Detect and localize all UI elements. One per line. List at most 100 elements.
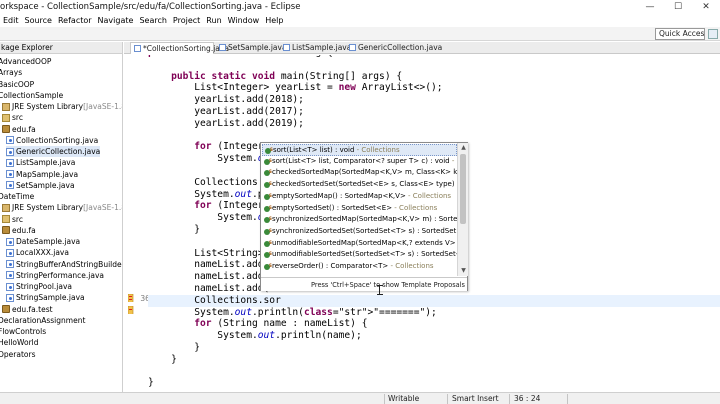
- menu-window[interactable]: Window: [225, 14, 263, 27]
- tree-item[interactable]: StringPool.java: [6, 281, 72, 292]
- status-cursor-position: 36 : 24: [514, 394, 541, 403]
- scroll-down-icon[interactable]: ▼: [459, 266, 468, 275]
- code-line: nameList.add(: [148, 259, 270, 271]
- proposal-signature: emptySortedMap() : SortedMap<K,V>: [272, 191, 406, 200]
- tree-item-label: MapSample.java: [16, 169, 79, 179]
- content-assist-popup: sort(List<T> list) : void - Collectionss…: [260, 142, 468, 291]
- tab-set-sample[interactable]: SetSample.java: [216, 42, 287, 54]
- code-line: System.out: [148, 212, 275, 224]
- tree-item[interactable]: CollectionSorting.java: [6, 135, 98, 146]
- tree-item[interactable]: CollectionSample: [0, 90, 63, 101]
- java-file-icon: [6, 260, 14, 268]
- proposal-item[interactable]: reverseOrder() : Comparator<T> - Collect…: [262, 261, 457, 273]
- menu-source[interactable]: Source: [22, 14, 55, 27]
- tree-item[interactable]: JRE System Library [JavaSE-1.8]: [2, 202, 122, 213]
- tree-item-label: edu.fa: [12, 225, 36, 235]
- tree-item[interactable]: JRE System Library [JavaSE-1.8]: [2, 101, 122, 112]
- proposal-item[interactable]: checkedSortedSet(SortedSet<E> s, Class<E…: [262, 179, 457, 191]
- menu-navigate[interactable]: Navigate: [95, 14, 137, 27]
- status-separator: [509, 394, 510, 404]
- tree-item[interactable]: MapSample.java: [6, 169, 78, 180]
- menu-help[interactable]: Help: [262, 14, 286, 27]
- tree-item[interactable]: StringPerformance.java: [6, 270, 104, 281]
- tree-item-label: StringSample.java: [16, 293, 85, 303]
- proposal-signature: synchronizedSortedMap(SortedMap<K,V> m) …: [272, 215, 457, 224]
- warning-marker-icon[interactable]: [128, 306, 134, 314]
- proposal-owner: - Collections: [354, 146, 400, 154]
- tree-item[interactable]: FlowControls: [0, 326, 46, 337]
- tree-item[interactable]: HelloWorld: [0, 337, 39, 348]
- tree-item[interactable]: edu.fa: [2, 225, 36, 236]
- tree-item[interactable]: edu.fa: [2, 124, 36, 135]
- proposal-item[interactable]: sort(List<T> list) : void - Collections: [262, 144, 457, 156]
- tree-item[interactable]: StringBufferAndStringBuilder.java: [6, 259, 122, 270]
- code-line: yearList.add(2017);: [148, 106, 304, 117]
- scroll-up-icon[interactable]: ▲: [459, 143, 468, 152]
- public-static-method-icon: [264, 179, 272, 190]
- tree-item-label: GenericCollection.java: [16, 147, 101, 156]
- line-number: 36: [140, 294, 150, 303]
- proposal-signature: emptySortedSet() : SortedSet<E>: [272, 203, 393, 212]
- tree-item-label: HelloWorld: [0, 338, 39, 348]
- tree-item-label: JRE System Library: [12, 203, 84, 213]
- quick-access-field[interactable]: Quick Access: [655, 28, 705, 40]
- tree-item[interactable]: DeclarationAssignment: [0, 315, 85, 326]
- proposal-item[interactable]: checkedSortedMap(SortedMap<K,V> m, Class…: [262, 167, 457, 179]
- tree-item[interactable]: edu.fa.test: [2, 304, 53, 315]
- tree-item[interactable]: DateTime: [0, 191, 34, 202]
- menu-project[interactable]: Project: [170, 14, 203, 27]
- tree-item-label: DateTime: [0, 192, 35, 201]
- proposal-item[interactable]: emptySortedMap() : SortedMap<K,V> - Coll…: [262, 191, 457, 203]
- tree-item-label: Operators: [0, 349, 36, 359]
- public-static-method-icon: [264, 226, 272, 236]
- tree-item[interactable]: Arrays: [0, 67, 22, 78]
- tree-item[interactable]: LocalXXX.java: [6, 247, 69, 258]
- tree-item-label: CollectionSorting.java: [16, 135, 99, 145]
- tree-item[interactable]: GenericCollection.java: [6, 146, 101, 157]
- proposal-item[interactable]: synchronizedSortedSet(SortedSet<T> s) : …: [262, 226, 457, 238]
- code-line: for (Integer: [194, 141, 264, 153]
- menu-run[interactable]: Run: [203, 14, 224, 27]
- toolbar: Quick Access: [0, 27, 720, 41]
- tab-generic-collection[interactable]: GenericCollection.java: [346, 42, 442, 54]
- tree-item[interactable]: Operators: [0, 349, 35, 360]
- tree-item[interactable]: src: [2, 214, 23, 225]
- proposal-item[interactable]: emptySortedSet() : SortedSet<E> - Collec…: [262, 203, 457, 215]
- proposal-signature: unmodifiableSortedSet(SortedSet<T> s) : …: [272, 250, 457, 259]
- code-line: yearList.add(2019);: [148, 117, 304, 129]
- maximize-button[interactable]: ☐: [664, 0, 692, 14]
- menu-search[interactable]: Search: [136, 14, 169, 27]
- code-line: Collections.sor: [148, 294, 720, 307]
- scroll-thumb[interactable]: [460, 154, 466, 224]
- code-line: System.out.pr: [148, 188, 269, 200]
- proposal-scrollbar[interactable]: ▲ ▼: [457, 143, 468, 276]
- tab-collection-sorting[interactable]: *CollectionSorting.java: [130, 42, 229, 54]
- proposal-item[interactable]: sort(List<T> list, Comparator<? super T>…: [262, 156, 457, 168]
- tree-item[interactable]: ListSample.java: [6, 157, 75, 168]
- code-editor[interactable]: 36 public class CollectionSorting { publ…: [124, 55, 720, 392]
- code-line: System.out.println(class="str">"======="…: [148, 306, 437, 318]
- code-line: Collections.s: [148, 176, 270, 188]
- proposal-item[interactable]: unmodifiableSortedSet(SortedSet<T> s) : …: [262, 249, 457, 261]
- proposal-list: sort(List<T> list) : void - Collectionss…: [261, 143, 457, 276]
- tree-item-label: FlowControls: [0, 327, 47, 336]
- proposal-item[interactable]: synchronizedSortedMap(SortedMap<K,V> m) …: [262, 214, 457, 226]
- tree-item[interactable]: src: [2, 112, 23, 123]
- proposal-item[interactable]: unmodifiableSortedMap(SortedMap<K,? exte…: [262, 238, 457, 250]
- java-file-icon: [283, 44, 290, 51]
- menu-edit[interactable]: Edit: [0, 14, 22, 27]
- tree-item[interactable]: SetSample.java: [6, 180, 75, 191]
- package-icon: [2, 125, 10, 133]
- editor-gutter: 36: [128, 55, 150, 392]
- java-perspective-icon[interactable]: [708, 29, 718, 39]
- menu-refactor[interactable]: Refactor: [55, 14, 95, 27]
- tree-item-label: JRE System Library: [12, 102, 84, 111]
- code-line: System.out: [148, 153, 275, 165]
- tree-item[interactable]: AdvancedOOP: [0, 56, 51, 67]
- tab-list-sample[interactable]: ListSample.java: [280, 42, 351, 54]
- close-button[interactable]: ✕: [692, 0, 720, 14]
- tree-item[interactable]: DateSample.java: [6, 236, 80, 247]
- minimize-button[interactable]: —: [636, 0, 664, 14]
- tree-item[interactable]: BasicOOP: [0, 79, 34, 90]
- tree-item[interactable]: StringSample.java: [6, 292, 85, 303]
